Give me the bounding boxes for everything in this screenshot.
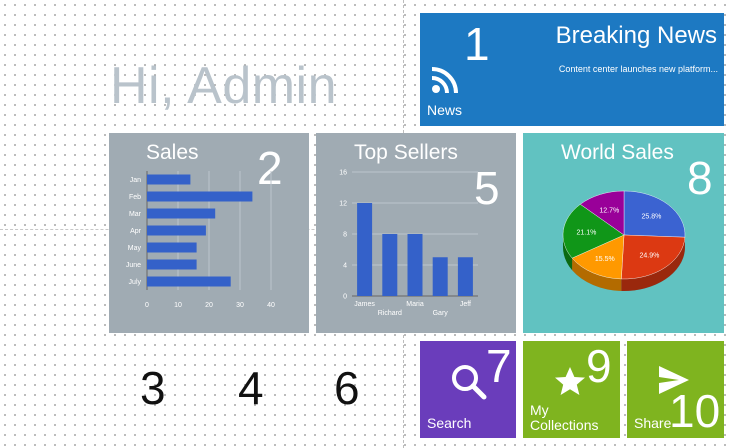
bar bbox=[382, 234, 398, 296]
greeting-heading: Hi, Admin bbox=[110, 57, 338, 115]
y-tick-label: 16 bbox=[339, 170, 347, 177]
tile-number: 7 bbox=[486, 341, 512, 392]
search-icon bbox=[452, 365, 487, 400]
x-tick-label: 40 bbox=[267, 302, 275, 309]
collections-tile[interactable]: 9 My Collections bbox=[523, 341, 620, 438]
category-label: Feb bbox=[129, 194, 141, 201]
news-label: News bbox=[427, 102, 463, 118]
world-sales-pie-chart: 25.8% 24.9% 15.5% 21.1% 12.7% bbox=[562, 190, 686, 291]
category-label: Gary bbox=[433, 310, 449, 317]
slice-label: 21.1% bbox=[576, 230, 596, 237]
bar bbox=[147, 259, 197, 270]
search-label: Search bbox=[427, 415, 472, 431]
rss-icon bbox=[431, 67, 458, 94]
x-tick-label: 30 bbox=[236, 302, 244, 309]
news-subtitle: Content center launches new platform... bbox=[558, 64, 718, 74]
x-tick-label: 20 bbox=[205, 302, 213, 309]
bar bbox=[147, 242, 197, 253]
search-tile[interactable]: 7 Search bbox=[420, 341, 516, 438]
bar bbox=[432, 257, 448, 296]
category-label: Mar bbox=[129, 211, 142, 218]
y-tick-label: 0 bbox=[343, 294, 347, 301]
y-tick-label: 4 bbox=[343, 263, 347, 270]
category-label: June bbox=[126, 262, 141, 269]
top-sellers-tile[interactable]: Top Sellers 5 0 4 8 12 16 James Richard Maria Ga… bbox=[316, 133, 516, 333]
tile-number: 1 bbox=[464, 18, 490, 70]
category-label: May bbox=[128, 245, 142, 252]
bar bbox=[357, 203, 373, 296]
bar bbox=[147, 191, 253, 202]
bar bbox=[457, 257, 473, 296]
bar bbox=[147, 208, 216, 219]
sales-bar-chart: 0 10 20 30 40 Jan Feb Mar Apr May June July bbox=[126, 171, 275, 309]
slice-label: 24.9% bbox=[640, 253, 660, 260]
star-icon bbox=[555, 367, 585, 395]
world-sales-tile[interactable]: World Sales 8 25.8% 24.9% 15.5% 21.1% 12.7% bbox=[523, 133, 724, 333]
y-tick-label: 8 bbox=[343, 232, 347, 239]
tile-number: 10 bbox=[669, 385, 721, 437]
slice-label: 12.7% bbox=[599, 207, 619, 214]
loose-number: 4 bbox=[238, 362, 264, 414]
share-label: Share bbox=[634, 415, 672, 431]
slice-label: 15.5% bbox=[595, 256, 615, 263]
tile-number: 9 bbox=[586, 341, 612, 392]
top-sellers-bar-chart: 0 4 8 12 16 JamesRichard Maria Gary Jeff bbox=[339, 170, 478, 317]
category-label: Apr bbox=[130, 228, 142, 235]
slice-label: 25.8% bbox=[641, 214, 661, 221]
news-title: Breaking News bbox=[555, 22, 717, 49]
news-tile[interactable]: Breaking News Content center launches ne… bbox=[420, 13, 724, 126]
bar bbox=[147, 174, 191, 185]
category-label: James bbox=[354, 301, 375, 308]
sales-tile[interactable]: Sales 2 0 10 20 30 40 Jan Feb Mar Apr May June July bbox=[109, 133, 309, 333]
category-label: Maria bbox=[406, 301, 424, 308]
category-label: Jan bbox=[130, 177, 141, 184]
bar bbox=[407, 234, 423, 296]
category-label: Jeff bbox=[460, 301, 471, 308]
x-tick-label: 0 bbox=[145, 302, 149, 309]
category-label: Richard bbox=[378, 310, 402, 317]
y-tick-label: 12 bbox=[339, 201, 347, 208]
x-tick-label: 10 bbox=[174, 302, 182, 309]
category-label: July bbox=[129, 279, 142, 286]
collections-label: My Collections bbox=[530, 402, 599, 433]
loose-number: 3 bbox=[140, 362, 166, 414]
share-tile[interactable]: Share 10 bbox=[627, 341, 724, 438]
bar bbox=[147, 276, 231, 287]
loose-number: 6 bbox=[334, 362, 360, 414]
bar bbox=[147, 225, 206, 236]
